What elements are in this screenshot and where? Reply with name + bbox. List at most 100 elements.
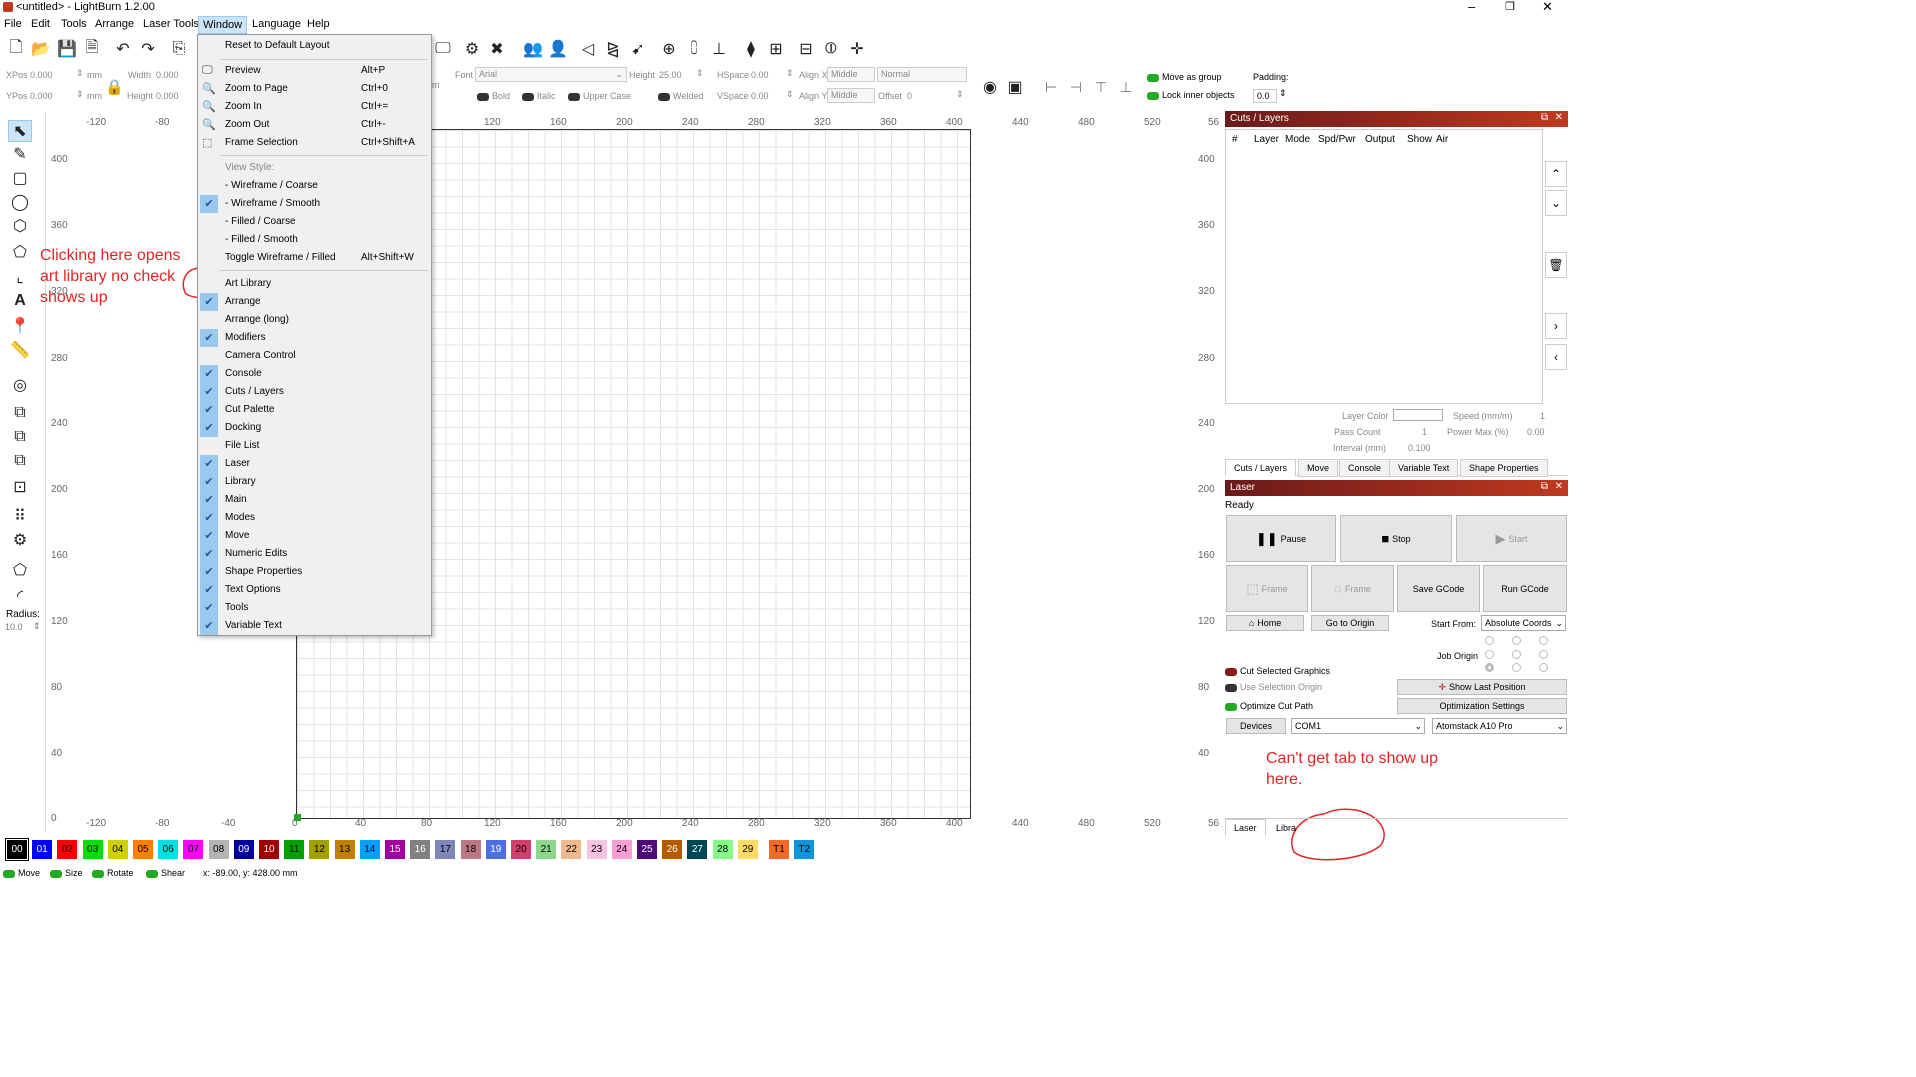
menu-item-filled-smooth[interactable]: - Filled / Smooth (198, 231, 431, 249)
use-selection-origin-toggle[interactable]: Use Selection Origin (1225, 682, 1322, 692)
text-tool-icon[interactable]: A (8, 292, 32, 314)
menu-item-window-cut-palette[interactable]: ✔ Cut Palette (198, 401, 431, 419)
undo-icon[interactable]: ↶ (112, 38, 134, 60)
tab-cuts-layers[interactable]: Cuts / Layers (1225, 459, 1297, 476)
menu-item-window-library[interactable]: ✔ Library (198, 473, 431, 491)
origin-radio[interactable] (1512, 650, 1521, 659)
padding-input[interactable]: 0.0 (1253, 89, 1277, 103)
hspace-input[interactable]: 0.00 (751, 70, 769, 80)
menu-item-preview[interactable]: 🖵 Preview Alt+P (198, 62, 431, 80)
tab-laser[interactable]: Laser (1225, 819, 1266, 836)
ypos-spinner-icon[interactable]: ⇕ (76, 89, 84, 100)
close-icon[interactable]: ✕ (1542, 0, 1553, 15)
frame-circle-button[interactable]: ◌ Frame (1311, 565, 1394, 612)
ungroup-icon[interactable]: 👤 (547, 38, 569, 60)
float-icon[interactable]: ⧉ (1541, 112, 1548, 123)
palette-swatch[interactable]: 15 (385, 840, 405, 859)
job-origin-grid[interactable] (1483, 636, 1553, 676)
palette-swatch[interactable]: 22 (561, 840, 582, 859)
menu-item-window-main[interactable]: ✔ Main (198, 491, 431, 509)
ellipse-tool-icon[interactable]: ◯ (8, 192, 32, 214)
offset-input[interactable]: 0 (907, 91, 912, 101)
palette-swatch[interactable]: 18 (460, 840, 481, 859)
pause-button[interactable]: ❚❚ Pause (1226, 515, 1336, 562)
font-select[interactable]: Arial ⌄ (475, 67, 627, 82)
stop-button[interactable]: ■ Stop (1340, 515, 1452, 562)
wrench-icon[interactable]: ✖ (486, 38, 508, 60)
palette-swatch[interactable]: 01 (32, 840, 53, 859)
menu-item-window-modes[interactable]: ✔ Modes (198, 509, 431, 527)
move-origin-icon[interactable]: ✛ (846, 38, 868, 60)
power-max-input[interactable]: 0.00 (1527, 427, 1545, 437)
xpos-spinner-icon[interactable]: ⇕ (76, 68, 84, 79)
palette-swatch[interactable]: 11 (284, 840, 305, 859)
shear-mode-toggle[interactable]: Shear (146, 868, 185, 878)
palette-swatch[interactable]: 24 (611, 840, 632, 859)
palette-swatch[interactable]: 10 (259, 840, 279, 859)
origin-radio[interactable] (1539, 663, 1548, 672)
menu-laser-tools[interactable]: Laser Tools (143, 18, 199, 30)
cuts-layers-table[interactable]: # Layer Mode Spd/Pwr Output Show Air (1225, 129, 1543, 404)
radius-input[interactable]: 10.0 (5, 622, 23, 632)
height-input[interactable]: 0.000 (156, 91, 179, 101)
move-as-group-toggle[interactable]: Move as group (1147, 72, 1222, 82)
new-file-icon[interactable]: 🗋 (5, 38, 27, 60)
trash-icon[interactable]: 🗑 (1545, 252, 1567, 278)
export-icon[interactable]: 🗎 (81, 38, 103, 60)
open-folder-icon[interactable]: 📂 (30, 38, 52, 60)
align-center-icon[interactable]: ⩇ (683, 38, 705, 60)
palette-swatch[interactable]: 06 (158, 840, 179, 859)
align-bottom-icon[interactable]: ⊥ (708, 38, 730, 60)
laser-icon[interactable]: ▣ (1004, 76, 1026, 98)
ypos-input[interactable]: 0.000 (30, 91, 53, 101)
crop-tool-icon[interactable]: ⌞ (8, 267, 32, 289)
menu-item-window-variable-text[interactable]: ✔ Variable Text (198, 617, 431, 635)
gear-icon[interactable]: ⚙ (461, 38, 483, 60)
origin-radio[interactable] (1512, 663, 1521, 672)
space-v-icon[interactable]: ⦶ (820, 38, 842, 60)
move-layer-down-icon[interactable]: ⌄ (1545, 190, 1567, 216)
polygon-tool-icon[interactable]: ⬡ (8, 216, 32, 238)
menu-item-window-shape-properties[interactable]: ✔ Shape Properties (198, 563, 431, 581)
copy-icon[interactable]: ⎘ (168, 38, 190, 60)
menu-item-window-file-list[interactable]: File List (198, 437, 431, 455)
palette-swatch[interactable]: 27 (687, 840, 708, 859)
palette-swatch[interactable]: 26 (662, 840, 683, 859)
tab-console[interactable]: Console (1339, 459, 1391, 477)
offset-tool-icon[interactable]: ◎ (8, 375, 32, 397)
palette-swatch[interactable]: 29 (737, 840, 758, 859)
radius-spinner-icon[interactable]: ⇕ (33, 621, 41, 632)
menu-item-window-cuts-layers[interactable]: ✔ Cuts / Layers (198, 383, 431, 401)
menu-item-window-docking[interactable]: ✔ Docking (198, 419, 431, 437)
upper-case-toggle[interactable]: Upper Case (568, 91, 631, 101)
tab-variable-text[interactable]: Variable Text (1389, 459, 1459, 477)
go-to-origin-button[interactable]: Go to Origin (1311, 615, 1389, 631)
position-laser-icon[interactable]: 📍 (8, 316, 32, 338)
palette-swatch[interactable]: 07 (183, 840, 204, 859)
speed-input[interactable]: 1 (1540, 411, 1545, 421)
layer-color-swatch[interactable] (1393, 409, 1443, 421)
hspace-spinner-icon[interactable]: ⇕ (786, 68, 794, 79)
bold-toggle[interactable]: Bold (477, 91, 510, 101)
menu-item-window-laser[interactable]: ✔ Laser (198, 455, 431, 473)
menu-item-zoom-in[interactable]: 🔍 Zoom In Ctrl+= (198, 98, 431, 116)
menu-item-wireframe-coarse[interactable]: - Wireframe / Coarse (198, 177, 431, 195)
menu-item-zoom-out[interactable]: 🔍 Zoom Out Ctrl+- (198, 116, 431, 134)
align-top-icon[interactable]: ⊤ (1090, 76, 1112, 98)
menu-arrange[interactable]: Arrange (95, 18, 134, 30)
width-input[interactable]: 0.000 (156, 70, 179, 80)
palette-swatch[interactable]: 13 (334, 840, 355, 859)
welded-toggle[interactable]: Welded (658, 91, 703, 101)
target-icon[interactable]: ⊕ (658, 38, 680, 60)
origin-radio[interactable] (1539, 636, 1548, 645)
palette-swatch[interactable]: 16 (410, 840, 431, 859)
cut-selected-toggle[interactable]: Cut Selected Graphics (1225, 666, 1330, 676)
origin-radio[interactable] (1485, 636, 1494, 645)
aligny-select[interactable]: Middle (827, 88, 875, 103)
interval-input[interactable]: 0.100 (1408, 443, 1431, 453)
start-button[interactable]: ▶ Start (1456, 515, 1567, 562)
offset-spinner-icon[interactable]: ⇕ (956, 89, 964, 100)
menu-file[interactable]: File (4, 18, 22, 30)
maximize-icon[interactable]: ❐ (1505, 0, 1515, 13)
palette-swatch[interactable]: 14 (359, 840, 380, 859)
